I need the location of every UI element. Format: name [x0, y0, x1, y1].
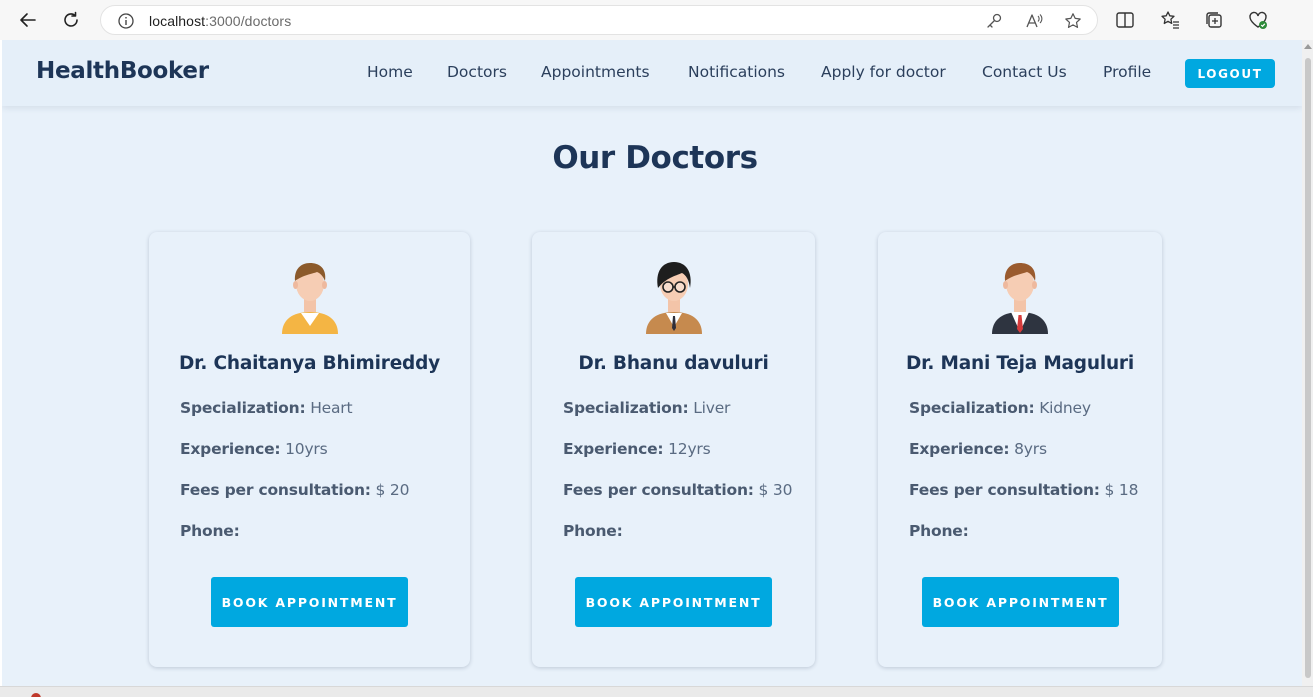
key-icon[interactable]: [985, 12, 1003, 30]
doctor-card: Dr. Chaitanya Bhimireddy Specialization:…: [149, 232, 470, 667]
phone-label: Phone:: [563, 522, 623, 540]
doctor-card: Dr. Bhanu davuluri Specialization: Liver…: [532, 232, 815, 667]
nav-link-profile[interactable]: Profile: [1103, 63, 1151, 81]
nav-link-apply-for-doctor[interactable]: Apply for doctor: [821, 63, 946, 81]
doctor-with-glasses-brown-suit-icon: [646, 262, 702, 334]
reload-icon[interactable]: [59, 8, 83, 32]
book-appointment-button[interactable]: BOOK APPOINTMENT: [575, 577, 772, 627]
specialization-value: Kidney: [1039, 399, 1091, 417]
fees-value: $ 20: [375, 481, 410, 499]
doctor-specialization: Specialization: Liver: [563, 399, 730, 417]
doctor-specialization: Specialization: Heart: [180, 399, 353, 417]
doctor-name: Dr. Chaitanya Bhimireddy: [178, 353, 440, 374]
url-path: :3000/doctors: [205, 13, 292, 29]
nav-link-notifications[interactable]: Notifications: [688, 63, 785, 81]
phone-label: Phone:: [180, 522, 240, 540]
doctor-experience: Experience: 12yrs: [563, 440, 711, 458]
doctor-fees: Fees per consultation: $ 18: [909, 481, 1138, 499]
doctor-card: Dr. Mani Teja Maguluri Specialization: K…: [878, 232, 1162, 667]
specialization-label: Specialization:: [180, 399, 306, 417]
doctor-fees: Fees per consultation: $ 30: [563, 481, 792, 499]
doctor-fees: Fees per consultation: $ 20: [180, 481, 409, 499]
fees-value: $ 18: [1104, 481, 1139, 499]
specialization-label: Specialization:: [909, 399, 1035, 417]
fees-label: Fees per consultation:: [563, 481, 754, 499]
fees-label: Fees per consultation:: [909, 481, 1100, 499]
scrollbar-thumb[interactable]: [1305, 58, 1311, 678]
favorite-star-icon[interactable]: [1064, 12, 1082, 30]
collections-icon[interactable]: [1204, 10, 1224, 30]
specialization-value: Heart: [310, 399, 353, 417]
experience-label: Experience:: [180, 440, 281, 458]
experience-label: Experience:: [563, 440, 664, 458]
doctor-phone: Phone:: [180, 522, 240, 540]
vertical-scrollbar[interactable]: [1302, 40, 1313, 686]
url-host: localhost: [149, 13, 206, 29]
browser-toolbar: localhost:3000/doctors: [0, 0, 1313, 40]
top-navbar: HealthBooker Home Doctors Appointments N…: [2, 40, 1302, 106]
book-appointment-button[interactable]: BOOK APPOINTMENT: [211, 577, 408, 627]
specialization-value: Liver: [693, 399, 731, 417]
split-screen-icon[interactable]: [1115, 10, 1135, 30]
nav-link-doctors[interactable]: Doctors: [447, 63, 507, 81]
page-viewport: HealthBooker Home Doctors Appointments N…: [2, 40, 1302, 686]
experience-value: 8yrs: [1014, 440, 1047, 458]
status-dot-icon: [31, 693, 41, 697]
favorites-icon[interactable]: [1160, 10, 1180, 30]
doctor-phone: Phone:: [563, 522, 623, 540]
experience-label: Experience:: [909, 440, 1010, 458]
specialization-label: Specialization:: [563, 399, 689, 417]
doctor-experience: Experience: 10yrs: [180, 440, 328, 458]
browser-essentials-icon[interactable]: [1248, 10, 1268, 30]
nav-link-appointments[interactable]: Appointments: [541, 63, 650, 81]
logout-button[interactable]: LOGOUT: [1185, 59, 1275, 88]
doctor-name: Dr. Mani Teja Maguluri: [905, 353, 1134, 374]
scroll-up-arrow-icon[interactable]: [1304, 44, 1312, 49]
doctor-experience: Experience: 8yrs: [909, 440, 1047, 458]
fees-value: $ 30: [758, 481, 793, 499]
bottom-strip: [0, 686, 1313, 697]
nav-link-home[interactable]: Home: [367, 63, 413, 81]
doctor-phone: Phone:: [909, 522, 969, 540]
address-bar[interactable]: localhost:3000/doctors: [100, 5, 1098, 35]
page-title: Our Doctors: [552, 140, 758, 176]
url-text: localhost:3000/doctors: [149, 13, 291, 29]
experience-value: 12yrs: [668, 440, 711, 458]
book-appointment-button[interactable]: BOOK APPOINTMENT: [922, 577, 1119, 627]
nav-links: Home Doctors Appointments Notifications …: [2, 63, 1302, 85]
phone-label: Phone:: [909, 522, 969, 540]
doctor-specialization: Specialization: Kidney: [909, 399, 1091, 417]
male-doctor-dark-suit-red-tie-icon: [992, 263, 1048, 334]
back-icon[interactable]: [16, 8, 40, 32]
read-aloud-icon[interactable]: [1025, 12, 1043, 30]
site-info-icon[interactable]: [117, 12, 135, 30]
nav-link-contact-us[interactable]: Contact Us: [982, 63, 1067, 81]
male-doctor-yellow-sweater-icon: [282, 263, 338, 334]
fees-label: Fees per consultation:: [180, 481, 371, 499]
doctor-name: Dr. Bhanu davuluri: [578, 353, 769, 374]
experience-value: 10yrs: [285, 440, 328, 458]
